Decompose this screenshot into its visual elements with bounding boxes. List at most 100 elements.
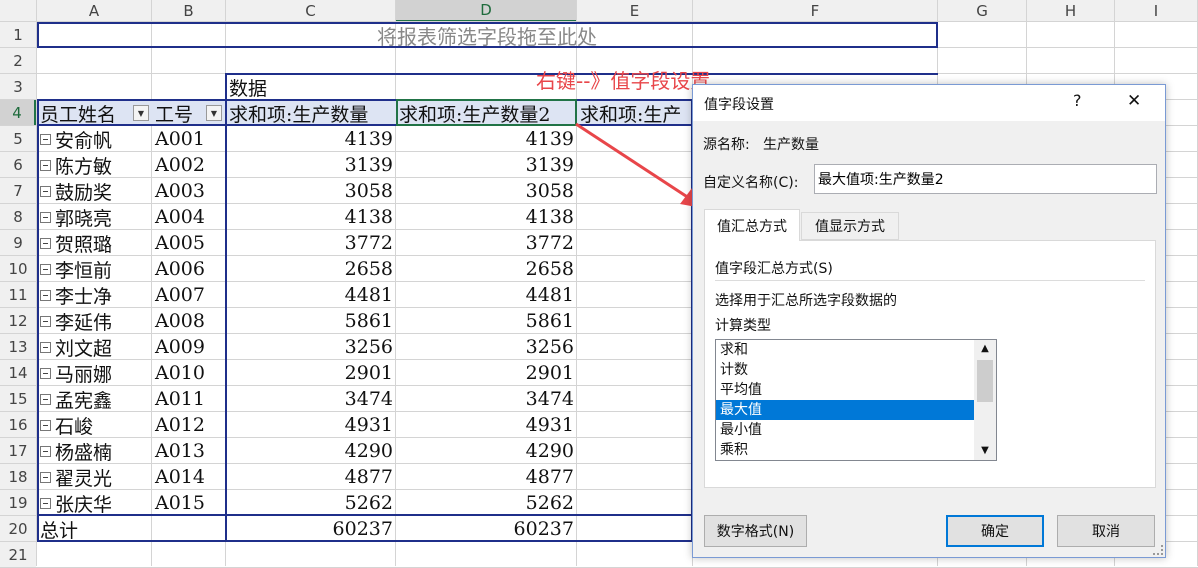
row-header-21[interactable]: 21 [0, 542, 36, 567]
employee-name-cell: 李延伟 [37, 308, 152, 334]
sum2-cell: 3139 [525, 154, 574, 176]
employee-id-cell: A014 [155, 466, 205, 488]
employee-name: 张庆华 [55, 493, 113, 516]
row-header-2[interactable]: 2 [0, 48, 36, 73]
scroll-thumb[interactable] [977, 360, 993, 402]
close-icon[interactable]: ✕ [1127, 91, 1141, 111]
column-header-d[interactable]: D [396, 0, 576, 22]
collapse-icon[interactable] [40, 315, 51, 327]
tab-panel: 值字段汇总方式(S) 选择用于汇总所选字段数据的 计算类型 求和 计数 平均值 最大值… [704, 240, 1156, 488]
column-header-i[interactable]: I [1115, 0, 1197, 22]
value-field-settings-dialog[interactable]: 值字段设置 ? ✕ 源名称: 生产数量 自定义名称(C): 值汇总方式 值显示方… [692, 84, 1166, 558]
calc-type-option[interactable]: 乘积 [716, 440, 974, 460]
employee-id-cell: A008 [155, 310, 205, 332]
select-all-corner[interactable] [0, 0, 37, 22]
collapse-icon[interactable] [40, 289, 51, 301]
total-label: 总计 [40, 519, 79, 542]
employee-name: 翟灵光 [55, 467, 113, 490]
number-format-button[interactable]: 数字格式(N) [704, 515, 807, 547]
collapse-icon[interactable] [40, 263, 51, 275]
collapse-icon[interactable] [40, 185, 51, 197]
total-sum2: 60237 [513, 518, 574, 540]
employee-name-cell: 马丽娜 [37, 360, 152, 386]
employee-id-cell: A015 [155, 492, 205, 514]
collapse-icon[interactable] [40, 497, 51, 509]
row-header-4[interactable]: 4 [0, 100, 36, 125]
row-header-12[interactable]: 12 [0, 308, 36, 333]
row-header-9[interactable]: 9 [0, 230, 36, 255]
row-header-15[interactable]: 15 [0, 386, 36, 411]
calc-type-option[interactable]: 平均值 [716, 380, 974, 400]
column-header-a[interactable]: A [37, 0, 151, 22]
scroll-up-icon[interactable]: ▲ [974, 340, 996, 358]
collapse-icon[interactable] [40, 133, 51, 145]
column-header-b[interactable]: B [152, 0, 225, 22]
collapse-icon[interactable] [40, 367, 51, 379]
row-header-19[interactable]: 19 [0, 490, 36, 515]
employee-name: 李恒前 [55, 259, 113, 282]
sum2-cell: 2901 [525, 362, 574, 384]
calculation-type-list[interactable]: 求和 计数 平均值 最大值 最小值 乘积 ▲ ▼ [715, 339, 997, 461]
employee-name-cell: 杨盛楠 [37, 438, 152, 464]
sum2-cell: 4877 [525, 466, 574, 488]
row-header-11[interactable]: 11 [0, 282, 36, 307]
tab-summarize[interactable]: 值汇总方式 [704, 209, 800, 241]
row-header-18[interactable]: 18 [0, 464, 36, 489]
employee-name-cell: 石峻 [37, 412, 152, 438]
row-header-7[interactable]: 7 [0, 178, 36, 203]
employee-name-cell: 郭晓亮 [37, 204, 152, 230]
source-name-label: 源名称: [703, 137, 750, 153]
row-header-6[interactable]: 6 [0, 152, 36, 177]
row-header-5[interactable]: 5 [0, 126, 36, 151]
calc-type-option[interactable]: 计数 [716, 360, 974, 380]
collapse-icon[interactable] [40, 237, 51, 249]
employee-name-cell: 孟宪鑫 [37, 386, 152, 412]
calc-type-option[interactable]: 最小值 [716, 420, 974, 440]
collapse-icon[interactable] [40, 341, 51, 353]
row-header-14[interactable]: 14 [0, 360, 36, 385]
scroll-down-icon[interactable]: ▼ [974, 442, 996, 460]
column-header-c[interactable]: C [226, 0, 395, 22]
help-button[interactable]: ? [1073, 91, 1082, 110]
sum2-cell: 4931 [525, 414, 574, 436]
tab-display[interactable]: 值显示方式 [801, 212, 899, 240]
row-header-3[interactable]: 3 [0, 74, 36, 99]
collapse-icon[interactable] [40, 159, 51, 171]
resize-grip-icon[interactable] [1153, 545, 1163, 555]
collapse-icon[interactable] [40, 471, 51, 483]
employee-name: 李延伟 [55, 311, 113, 334]
custom-name-input[interactable] [814, 164, 1157, 194]
employee-id-cell: A011 [155, 388, 205, 410]
calc-type-option[interactable]: 最大值 [716, 400, 974, 420]
emp-id-filter-button[interactable]: ▼ [206, 105, 222, 121]
sum2-cell: 4481 [525, 284, 574, 306]
collapse-icon[interactable] [40, 419, 51, 431]
row-header-13[interactable]: 13 [0, 334, 36, 359]
employee-name-cell: 李士净 [37, 282, 152, 308]
cancel-button[interactable]: 取消 [1057, 515, 1155, 547]
row-header-20[interactable]: 20 [0, 516, 36, 541]
employee-name-cell: 李恒前 [37, 256, 152, 282]
calc-type-option[interactable]: 求和 [716, 340, 974, 360]
sum1-cell: 4481 [344, 284, 393, 306]
column-header-g[interactable]: G [938, 0, 1026, 22]
column-header-e[interactable]: E [577, 0, 692, 22]
row-header-8[interactable]: 8 [0, 204, 36, 229]
list-scrollbar[interactable]: ▲ ▼ [974, 340, 996, 460]
ok-button[interactable]: 确定 [946, 515, 1044, 547]
row-header-10[interactable]: 10 [0, 256, 36, 281]
collapse-icon[interactable] [40, 393, 51, 405]
sum2-cell: 3474 [525, 388, 574, 410]
collapse-icon[interactable] [40, 211, 51, 223]
column-header-f[interactable]: F [693, 0, 937, 22]
column-header-h[interactable]: H [1027, 0, 1114, 22]
row-header-1[interactable]: 1 [0, 22, 36, 47]
emp-name-filter-button[interactable]: ▼ [133, 105, 149, 121]
header-sum1[interactable]: 求和项:生产数量 [226, 100, 396, 126]
sum1-cell: 3139 [344, 154, 393, 176]
row-header-17[interactable]: 17 [0, 438, 36, 463]
collapse-icon[interactable] [40, 445, 51, 457]
total-sum1: 60237 [332, 518, 393, 540]
sum1-cell: 3256 [344, 336, 393, 358]
row-header-16[interactable]: 16 [0, 412, 36, 437]
